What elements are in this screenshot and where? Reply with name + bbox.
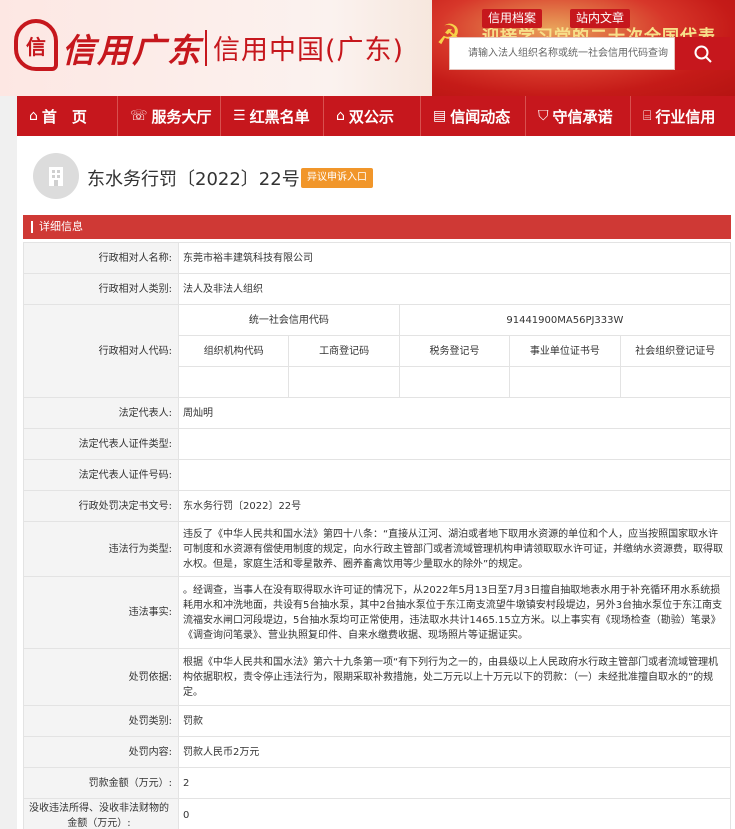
tax-reg-value <box>398 366 511 398</box>
page-title: 东水务行罚〔2022〕22号 <box>87 169 300 190</box>
field-value: 法人及非法人组织 <box>178 273 731 305</box>
bank-icon: ⌸ <box>643 108 652 124</box>
home-icon: ⌂ <box>29 108 38 124</box>
nav-commitment[interactable]: ⛉ 守信承诺 <box>526 96 631 136</box>
table-row: 违法行为类型: 违反了《中华人民共和国水法》第四十八条：“直接从江河、湖泊或者地… <box>23 521 731 577</box>
table-row: 行政处罚决定书文号: 东水务行罚〔2022〕22号 <box>23 490 731 522</box>
logo-divider <box>205 30 207 66</box>
objection-appeal-button[interactable]: 异议申诉入口 <box>301 168 373 188</box>
table-row: 法定代表人证件号码: <box>23 459 731 491</box>
table-row: 行政相对人代码: 统一社会信用代码 91441900MA56PJ333W <box>23 304 732 398</box>
business-reg-value <box>288 366 400 398</box>
social-org-value <box>619 366 732 398</box>
credit-code-value: 91441900MA56PJ333W <box>398 304 732 336</box>
org-code-header: 组织机构代码 <box>177 335 290 367</box>
main-nav: ⌂ 首 页 ☏ 服务大厅 ☰ 红黑名单 ⌂ 双公示 ▤ 信闻动态 ⛉ 守信承诺 ⌸ 行业信用 <box>17 96 735 136</box>
table-row: 处罚类别: 罚款 <box>23 705 731 737</box>
search-button[interactable] <box>675 37 730 70</box>
table-row: 处罚依据: 根据《中华人民共和国水法》第六十九条第一项“有下列行为之一的，由县级… <box>23 648 731 706</box>
search-input[interactable]: 请输入法人组织名称或统一社会信用代码查询 <box>449 37 675 70</box>
nav-home[interactable]: ⌂ 首 页 <box>17 96 118 136</box>
social-org-header: 社会组织登记证号 <box>619 335 732 367</box>
nav-service-hall[interactable]: ☏ 服务大厅 <box>118 96 221 136</box>
publicity-icon: ⌂ <box>336 108 345 124</box>
field-value: 罚款 <box>178 705 731 737</box>
field-label: 法定代表人证件号码: <box>23 459 179 491</box>
field-label: 行政相对人类别: <box>23 273 179 305</box>
field-label: 没收违法所得、没收非法财物的金额（万元）: <box>23 798 179 829</box>
shield-icon: ⛉ <box>538 108 549 124</box>
field-value: 2 <box>178 767 731 799</box>
table-row: 法定代表人: 周灿明 <box>23 397 731 429</box>
field-label: 罚款金额（万元）: <box>23 767 179 799</box>
nav-double-publicity[interactable]: ⌂ 双公示 <box>324 96 421 136</box>
table-row: 法定代表人证件类型: <box>23 428 731 460</box>
logo-title[interactable]: 信用中国(广东) <box>213 28 404 67</box>
field-label: 行政相对人名称: <box>23 242 179 274</box>
field-label: 处罚类别: <box>23 705 179 737</box>
table-row: 罚款金额（万元）: 2 <box>23 767 731 799</box>
nav-red-black-list[interactable]: ☰ 红黑名单 <box>221 96 324 136</box>
field-label: 法定代表人: <box>23 397 179 429</box>
field-label: 行政处罚决定书文号: <box>23 490 179 522</box>
field-value: 违反了《中华人民共和国水法》第四十八条：“直接从江河、湖泊或者地下取用水资源的单… <box>178 521 731 577</box>
field-value: 根据《中华人民共和国水法》第六十九条第一项“有下列行为之一的，由县级以上人民政府… <box>178 648 731 706</box>
field-value <box>178 459 731 491</box>
service-hall-icon: ☏ <box>130 108 148 124</box>
nav-industry-credit[interactable]: ⌸ 行业信用 <box>631 96 735 136</box>
field-label: 行政相对人代码: <box>23 304 179 398</box>
tax-reg-header: 税务登记号 <box>398 335 511 367</box>
logo-calligraphy[interactable]: 信用广东 <box>62 24 202 72</box>
institution-cert-header: 事业单位证书号 <box>509 335 621 367</box>
detail-page: 东水务行罚〔2022〕22号 异议申诉入口 详细信息 行政相对人名称: 东莞市裕… <box>17 136 735 829</box>
building-icon <box>33 153 79 199</box>
credit-code-header: 统一社会信用代码 <box>178 304 400 336</box>
news-icon: ▤ <box>433 108 447 124</box>
credit-archive-link[interactable]: 信用档案 <box>482 9 543 28</box>
field-label: 处罚内容: <box>23 736 179 768</box>
table-row: 行政相对人名称: 东莞市裕丰建筑科技有限公司 <box>23 242 731 274</box>
field-label: 处罚依据: <box>23 648 179 706</box>
nav-news[interactable]: ▤ 信闻动态 <box>421 96 526 136</box>
field-value: 东水务行罚〔2022〕22号 <box>178 490 731 522</box>
field-label: 违法行为类型: <box>23 521 179 577</box>
table-row: 违法事实: 。经调查，当事人在没有取得取水许可证的情况下，从2022年5月13日… <box>23 576 731 649</box>
field-label: 违法事实: <box>23 576 179 649</box>
field-value: 。经调查，当事人在没有取得取水许可证的情况下，从2022年5月13日至7月3日擅… <box>178 576 731 649</box>
table-row: 行政相对人类别: 法人及非法人组织 <box>23 273 731 305</box>
field-value: 罚款人民币2万元 <box>178 736 731 768</box>
list-icon: ☰ <box>233 108 246 124</box>
business-reg-header: 工商登记码 <box>288 335 400 367</box>
detail-table: 行政相对人名称: 东莞市裕丰建筑科技有限公司 行政相对人类别: 法人及非法人组织… <box>23 242 732 829</box>
institution-cert-value <box>509 366 621 398</box>
search-icon <box>694 45 712 63</box>
table-row: 没收违法所得、没收非法财物的金额（万元）: 0 <box>23 798 731 829</box>
field-value: 0 <box>178 798 731 829</box>
org-code-value <box>177 366 290 398</box>
site-header: ☭ 迎接学习党的二十次全国代表 信 信用广东 信用中国(广东) 信用档案 站内文… <box>0 0 735 96</box>
field-value <box>178 428 731 460</box>
field-label: 法定代表人证件类型: <box>23 428 179 460</box>
field-value: 周灿明 <box>178 397 731 429</box>
table-row: 处罚内容: 罚款人民币2万元 <box>23 736 731 768</box>
logo-icon[interactable]: 信 <box>14 19 58 71</box>
site-articles-link[interactable]: 站内文章 <box>570 9 631 28</box>
field-value: 东莞市裕丰建筑科技有限公司 <box>178 242 731 274</box>
section-header: 详细信息 <box>23 215 731 239</box>
